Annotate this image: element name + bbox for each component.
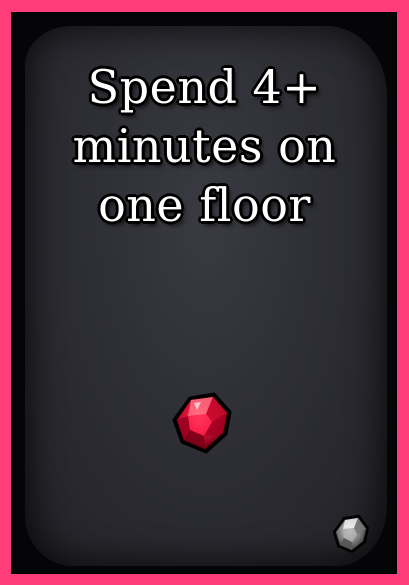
challenge-card[interactable]: Spend 4+ minutes on one floor [0,0,409,585]
card-title: Spend 4+ minutes on one floor [0,58,409,235]
gray-gem-icon [332,514,370,554]
red-gem-icon [172,392,232,454]
title-line-1: Spend 4+ [87,60,322,114]
title-line-2: minutes on [72,119,337,173]
title-line-3: one floor [98,178,311,232]
